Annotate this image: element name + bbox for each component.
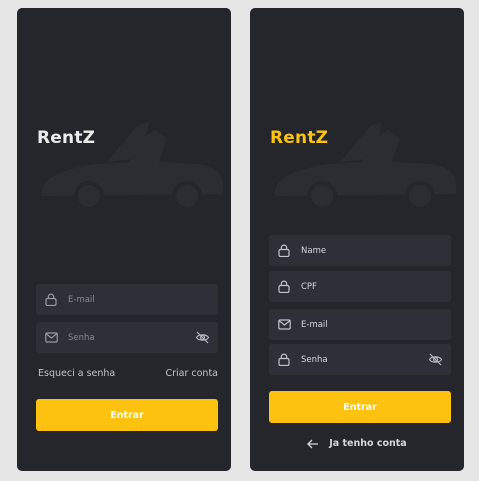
password-field[interactable]: Senha xyxy=(36,322,218,353)
cpf-placeholder: CPF xyxy=(301,281,317,292)
brand-logo: RentZ xyxy=(270,128,329,148)
email-placeholder: E-mail xyxy=(68,294,95,305)
password-placeholder: Senha xyxy=(68,332,95,343)
password-field[interactable]: Senha xyxy=(269,344,451,375)
eye-off-icon[interactable] xyxy=(428,352,443,367)
brand-logo: RentZ xyxy=(37,128,96,148)
signup-submit-button[interactable]: Entrar xyxy=(269,391,451,423)
login-screen: RentZ E-mail Senha Esqueci a senha Criar… xyxy=(17,8,231,471)
arrow-left-icon xyxy=(307,439,319,448)
lock-icon xyxy=(44,293,58,307)
email-field[interactable]: E-mail xyxy=(269,309,451,340)
email-field[interactable]: E-mail xyxy=(36,284,218,315)
lock-icon xyxy=(277,280,291,294)
cpf-field[interactable]: CPF xyxy=(269,271,451,302)
lock-icon xyxy=(277,244,291,258)
name-placeholder: Name xyxy=(301,245,327,256)
eye-off-icon[interactable] xyxy=(195,330,210,345)
forgot-password-link[interactable]: Esqueci a senha xyxy=(38,368,115,379)
login-submit-button[interactable]: Entrar xyxy=(36,399,218,431)
mail-icon xyxy=(44,331,58,345)
create-account-link[interactable]: Criar conta xyxy=(165,368,218,379)
back-to-login-label: Ja tenho conta xyxy=(329,438,407,449)
mail-icon xyxy=(277,318,291,332)
name-field[interactable]: Name xyxy=(269,235,451,266)
back-to-login-link[interactable]: Ja tenho conta xyxy=(250,438,464,449)
password-placeholder: Senha xyxy=(301,354,328,365)
lock-icon xyxy=(277,353,291,367)
email-placeholder: E-mail xyxy=(301,319,328,330)
signup-screen: RentZ Name CPF E-mail Senha Entrar Ja te… xyxy=(250,8,464,471)
